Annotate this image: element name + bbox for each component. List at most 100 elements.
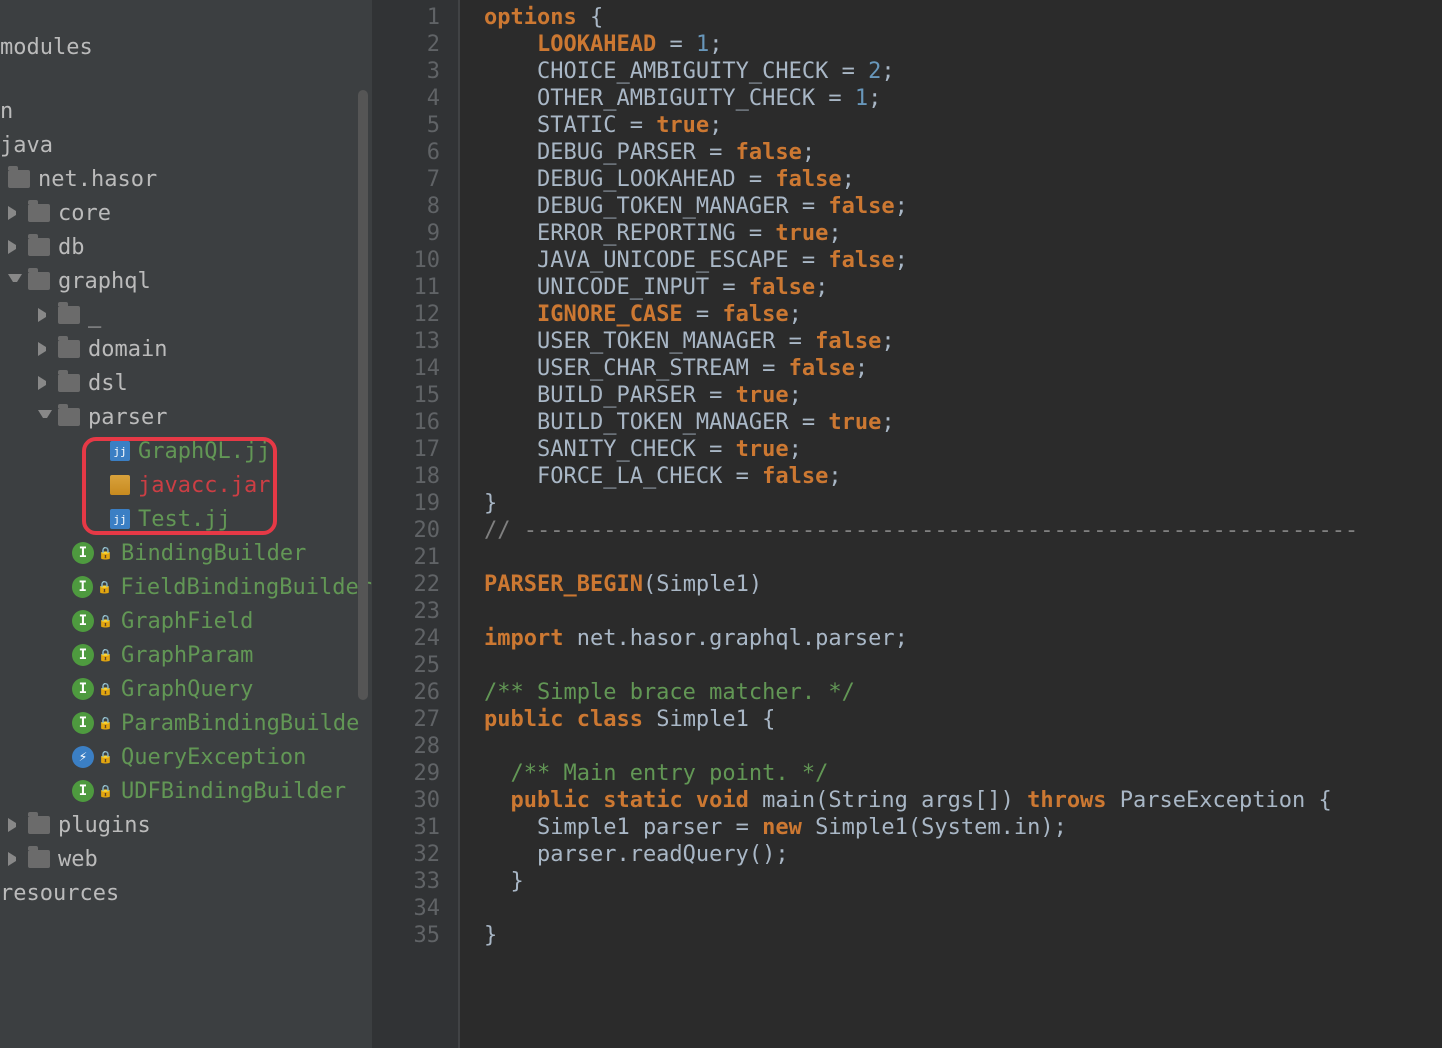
interface-icon: I: [72, 712, 94, 734]
tree-item-java[interactable]: java: [0, 128, 372, 162]
folder-icon: [58, 374, 80, 392]
code-line[interactable]: PARSER_BEGIN(Simple1): [484, 571, 1358, 598]
line-number: 4: [372, 85, 440, 112]
code-line[interactable]: [484, 652, 1358, 679]
code-line[interactable]: LOOKAHEAD = 1;: [484, 31, 1358, 58]
tree-class-graph-param[interactable]: I🔒GraphParam: [0, 638, 372, 672]
tree-item-domain[interactable]: domain: [0, 332, 372, 366]
code-line[interactable]: public static void main(String args[]) t…: [484, 787, 1358, 814]
tree-item-n[interactable]: n: [0, 94, 372, 128]
code-line[interactable]: OTHER_AMBIGUITY_CHECK = 1;: [484, 85, 1358, 112]
jj-file-icon: jj: [110, 509, 130, 529]
folder-icon: [28, 272, 50, 290]
chevron-right-icon[interactable]: [8, 206, 22, 220]
code-line[interactable]: JAVA_UNICODE_ESCAPE = false;: [484, 247, 1358, 274]
line-number: 17: [372, 436, 440, 463]
tree-item-net-hasor[interactable]: net.hasor: [0, 162, 372, 196]
tree-label: ParamBindingBuilde: [121, 711, 359, 736]
line-number: 20: [372, 517, 440, 544]
lock-icon: 🔒: [98, 784, 113, 798]
tree-item-plugins[interactable]: plugins: [0, 808, 372, 842]
scrollbar-thumb[interactable]: [358, 90, 368, 700]
tree-class-query-exception[interactable]: ⚡🔒QueryException: [0, 740, 372, 774]
code-line[interactable]: import net.hasor.graphql.parser;: [484, 625, 1358, 652]
code-line[interactable]: parser.readQuery();: [484, 841, 1358, 868]
code-line[interactable]: }: [484, 868, 1358, 895]
lock-icon: 🔒: [98, 614, 113, 628]
line-number: 33: [372, 868, 440, 895]
code-line[interactable]: [484, 544, 1358, 571]
chevron-right-icon[interactable]: [8, 240, 22, 254]
code-line[interactable]: DEBUG_PARSER = false;: [484, 139, 1358, 166]
code-line[interactable]: FORCE_LA_CHECK = false;: [484, 463, 1358, 490]
line-number: 14: [372, 355, 440, 382]
code-line[interactable]: }: [484, 922, 1358, 949]
tree-label: java: [0, 133, 53, 158]
tree-item-underscore[interactable]: _: [0, 298, 372, 332]
code-line[interactable]: CHOICE_AMBIGUITY_CHECK = 2;: [484, 58, 1358, 85]
code-line[interactable]: public class Simple1 {: [484, 706, 1358, 733]
chevron-right-icon[interactable]: [38, 376, 52, 390]
tree-class-graph-query[interactable]: I🔒GraphQuery: [0, 672, 372, 706]
code-line[interactable]: // -------------------------------------…: [484, 517, 1358, 544]
tree-item-web[interactable]: web: [0, 842, 372, 876]
folder-icon: [58, 340, 80, 358]
code-line[interactable]: Simple1 parser = new Simple1(System.in);: [484, 814, 1358, 841]
tree-class-binding-builder[interactable]: I🔒BindingBuilder: [0, 536, 372, 570]
interface-icon: I: [72, 678, 94, 700]
line-number: 18: [372, 463, 440, 490]
chevron-right-icon[interactable]: [38, 342, 52, 356]
code-line[interactable]: }: [484, 490, 1358, 517]
tree-class-param-binding-builder[interactable]: I🔒ParamBindingBuilde: [0, 706, 372, 740]
tree-label: web: [58, 847, 98, 872]
code-editor[interactable]: 1234567891011121314151617181920212223242…: [372, 0, 1442, 1048]
tree-item-db[interactable]: db: [0, 230, 372, 264]
chevron-right-icon[interactable]: [38, 308, 52, 322]
tree-file-javacc-jar[interactable]: javacc.jar: [0, 468, 372, 502]
project-tree-sidebar[interactable]: modules n java net.hasor core db graphql…: [0, 0, 372, 1048]
code-line[interactable]: [484, 895, 1358, 922]
chevron-right-icon[interactable]: [8, 818, 22, 832]
code-area[interactable]: options { LOOKAHEAD = 1; CHOICE_AMBIGUIT…: [460, 0, 1358, 1048]
lock-icon: 🔒: [98, 546, 113, 560]
code-line[interactable]: [484, 733, 1358, 760]
tree-item-dsl[interactable]: dsl: [0, 366, 372, 400]
tree-item-graphql[interactable]: graphql: [0, 264, 372, 298]
line-number: 23: [372, 598, 440, 625]
folder-icon: [28, 850, 50, 868]
code-line[interactable]: DEBUG_LOOKAHEAD = false;: [484, 166, 1358, 193]
code-line[interactable]: USER_TOKEN_MANAGER = false;: [484, 328, 1358, 355]
code-line[interactable]: /** Main entry point. */: [484, 760, 1358, 787]
tree-item-modules[interactable]: modules: [0, 30, 372, 64]
line-number: 1: [372, 4, 440, 31]
code-line[interactable]: DEBUG_TOKEN_MANAGER = false;: [484, 193, 1358, 220]
tree-file-graphql-jj[interactable]: jjGraphQL.jj: [0, 434, 372, 468]
line-number-gutter: 1234567891011121314151617181920212223242…: [372, 0, 460, 1048]
code-line[interactable]: options {: [484, 4, 1358, 31]
tree-class-field-binding-builder[interactable]: I🔒FieldBindingBuilder: [0, 570, 372, 604]
code-line[interactable]: USER_CHAR_STREAM = false;: [484, 355, 1358, 382]
tree-item-resources[interactable]: resources: [0, 876, 372, 910]
code-line[interactable]: BUILD_PARSER = true;: [484, 382, 1358, 409]
code-line[interactable]: UNICODE_INPUT = false;: [484, 274, 1358, 301]
interface-icon: I: [72, 576, 93, 598]
chevron-right-icon[interactable]: [8, 852, 22, 866]
folder-icon: [28, 816, 50, 834]
chevron-down-icon[interactable]: [8, 274, 22, 288]
tree-item-parser[interactable]: parser: [0, 400, 372, 434]
code-line[interactable]: STATIC = true;: [484, 112, 1358, 139]
code-line[interactable]: [484, 598, 1358, 625]
chevron-down-icon[interactable]: [38, 410, 52, 424]
code-line[interactable]: IGNORE_CASE = false;: [484, 301, 1358, 328]
code-line[interactable]: ERROR_REPORTING = true;: [484, 220, 1358, 247]
tree-file-test-jj[interactable]: jjTest.jj: [0, 502, 372, 536]
tree-label: db: [58, 235, 85, 260]
line-number: 32: [372, 841, 440, 868]
code-line[interactable]: SANITY_CHECK = true;: [484, 436, 1358, 463]
tree-class-graph-field[interactable]: I🔒GraphField: [0, 604, 372, 638]
code-line[interactable]: /** Simple brace matcher. */: [484, 679, 1358, 706]
tree-class-udf-binding-builder[interactable]: I🔒UDFBindingBuilder: [0, 774, 372, 808]
line-number: 25: [372, 652, 440, 679]
tree-item-core[interactable]: core: [0, 196, 372, 230]
code-line[interactable]: BUILD_TOKEN_MANAGER = true;: [484, 409, 1358, 436]
